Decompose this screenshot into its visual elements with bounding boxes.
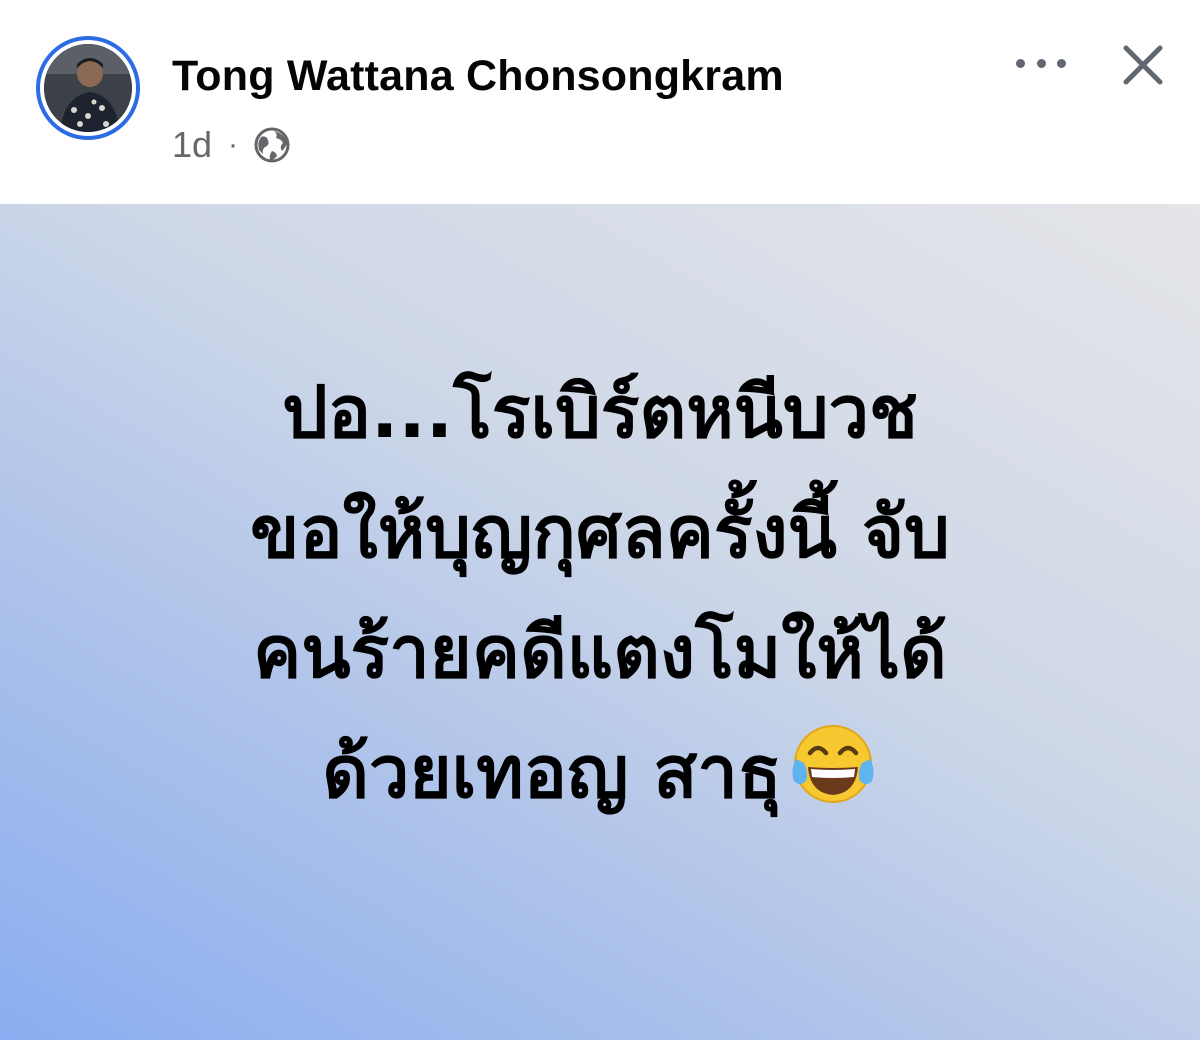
post-header: Tong Wattana Chonsongkram 1d ·	[0, 0, 1200, 204]
post-text-line: ขอให้บุญกุศลครั้งนี้ จับ	[250, 490, 950, 574]
globe-icon	[252, 125, 292, 165]
avatar[interactable]	[44, 44, 132, 132]
post-time[interactable]: 1d	[172, 124, 212, 166]
post-text-line: คนร้ายคดีแตงโมให้ได้	[253, 610, 947, 694]
post-meta: 1d ·	[172, 122, 292, 168]
post-text-last-line: ด้วยเทอญ สาธุ	[60, 712, 1140, 832]
more-dot	[1057, 58, 1066, 68]
meta-separator: ·	[228, 128, 239, 161]
close-icon	[1123, 45, 1163, 85]
post-text-line: ด้วยเทอญ สาธุ	[322, 730, 782, 814]
more-dot	[1036, 58, 1046, 68]
post-text: ปอ...โรเบิร์ตหนีบวช ขอให้บุญกุศลครั้งนี้…	[60, 352, 1140, 832]
more-options-button[interactable]	[1016, 48, 1066, 78]
post-text-line: ปอ...โรเบิร์ตหนีบวช	[282, 370, 918, 454]
face-with-tears-of-joy-emoji	[788, 719, 878, 809]
more-dot	[1016, 58, 1025, 68]
author-name[interactable]: Tong Wattana Chonsongkram	[172, 52, 784, 101]
close-button[interactable]	[1118, 40, 1168, 90]
avatar-photo	[44, 44, 132, 132]
